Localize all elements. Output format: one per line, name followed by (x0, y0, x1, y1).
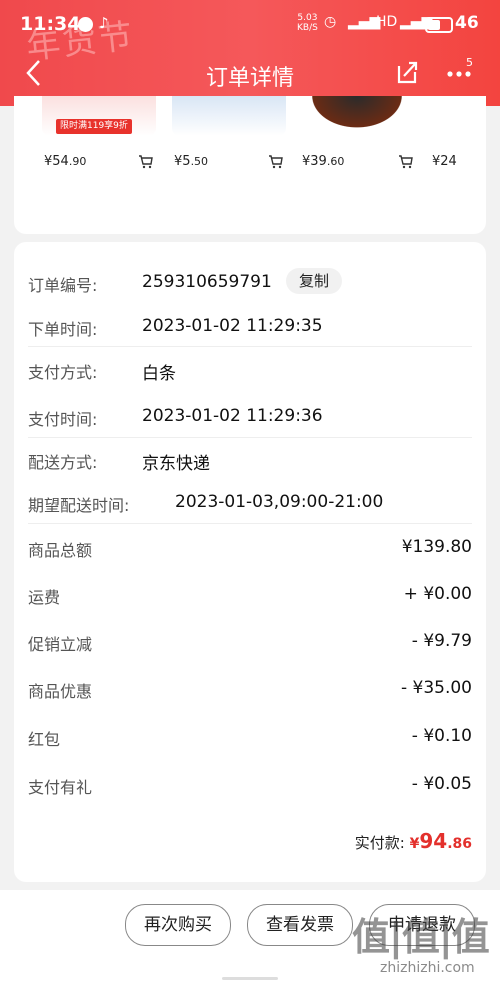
pay-method-label: 支付方式: (28, 363, 98, 382)
battery-level: 46 (455, 13, 479, 33)
share-button[interactable] (393, 58, 421, 86)
alarm-icon: ◷ (324, 14, 337, 30)
amount-value: + ¥0.00 (403, 584, 472, 604)
order-time: 2023-01-02 11:29:35 (142, 316, 323, 336)
divider (28, 523, 472, 524)
rebuy-button[interactable]: 再次购买 (125, 904, 231, 946)
amount-value: - ¥0.05 (411, 774, 472, 794)
product-price: ¥54.90 (44, 154, 87, 169)
order-time-label: 下单时间: (28, 320, 98, 339)
amount-label: 运费 (28, 588, 61, 607)
net-speed-unit: KB/S (297, 23, 318, 33)
amount-label: 促销立减 (28, 635, 93, 654)
product-item[interactable]: ¥5.50 (144, 96, 286, 234)
product-item[interactable]: ¥39.60 (272, 96, 414, 234)
paid-amount: 实付款: ¥94.86 (355, 829, 472, 853)
status-time: 11:34 (20, 13, 81, 35)
watermark-logo: 值|值|值 (352, 915, 490, 959)
amount-value: ¥139.80 (401, 537, 472, 557)
tiktok-icon: ♪ (99, 14, 109, 32)
header-bar: 年货节 11:34 ♪ 5.03 KB/S ◷ ▂▄▆ HD ▂▄▆ 46 订单… (0, 0, 500, 106)
product-image: 限时满119享9折 (42, 96, 156, 136)
hd-icon: HD (376, 14, 398, 30)
more-badge: 5 (466, 56, 473, 69)
battery-icon (425, 17, 453, 33)
view-invoice-button[interactable]: 查看发票 (247, 904, 353, 946)
product-price: ¥39.60 (302, 154, 345, 169)
amount-value: - ¥9.79 (411, 631, 472, 651)
pay-time: 2023-01-02 11:29:36 (142, 406, 323, 426)
product-strip[interactable]: 限时满119享9折 ¥54.90 ¥5.50 ¥39.60 ¥24 (14, 96, 486, 234)
net-speed: 5.03 KB/S (297, 13, 318, 33)
home-indicator (222, 977, 278, 980)
order-number-label: 订单编号: (28, 276, 98, 295)
product-item[interactable]: ¥24 (402, 96, 486, 234)
status-bar: 11:34 ♪ 5.03 KB/S ◷ ▂▄▆ HD ▂▄▆ 46 (0, 0, 500, 48)
amount-label: 红包 (28, 730, 61, 749)
watermark-url: zhizhizhi.com (380, 960, 475, 976)
notification-dot-icon (78, 17, 93, 32)
order-number: 259310659791 (142, 272, 272, 292)
amount-label: 商品总额 (28, 541, 93, 560)
order-detail-card: 订单编号: 259310659791 复制 下单时间: 2023-01-02 1… (14, 242, 486, 882)
page-title: 订单详情 (205, 66, 294, 91)
copy-button[interactable]: 复制 (286, 268, 343, 294)
expected-delivery-time: 2023-01-03,09:00-21:00 (175, 492, 384, 512)
paid-value: ¥94.86 (409, 829, 472, 853)
product-item[interactable]: 限时满119享9折 ¥54.90 (14, 96, 156, 234)
amount-label: 支付有礼 (28, 778, 93, 797)
amount-value: - ¥35.00 (400, 678, 472, 698)
pay-method: 白条 (142, 364, 176, 384)
divider (28, 346, 472, 347)
pay-time-label: 支付时间: (28, 410, 98, 429)
promo-label: 限时满119享9折 (56, 119, 132, 134)
share-icon (397, 61, 418, 84)
product-price: ¥24 (432, 154, 457, 169)
divider (28, 437, 472, 438)
amount-value: - ¥0.10 (411, 726, 472, 746)
delivery-method: 京东快递 (142, 454, 210, 474)
product-image (172, 96, 286, 136)
net-speed-value: 5.03 (297, 13, 318, 23)
product-price: ¥5.50 (174, 154, 209, 169)
amount-label: 商品优惠 (28, 682, 93, 701)
product-image (300, 96, 414, 136)
paid-label: 实付款: (354, 834, 405, 852)
delivery-label: 配送方式: (28, 453, 98, 472)
expected-delivery-label: 期望配送时间: (28, 496, 130, 515)
